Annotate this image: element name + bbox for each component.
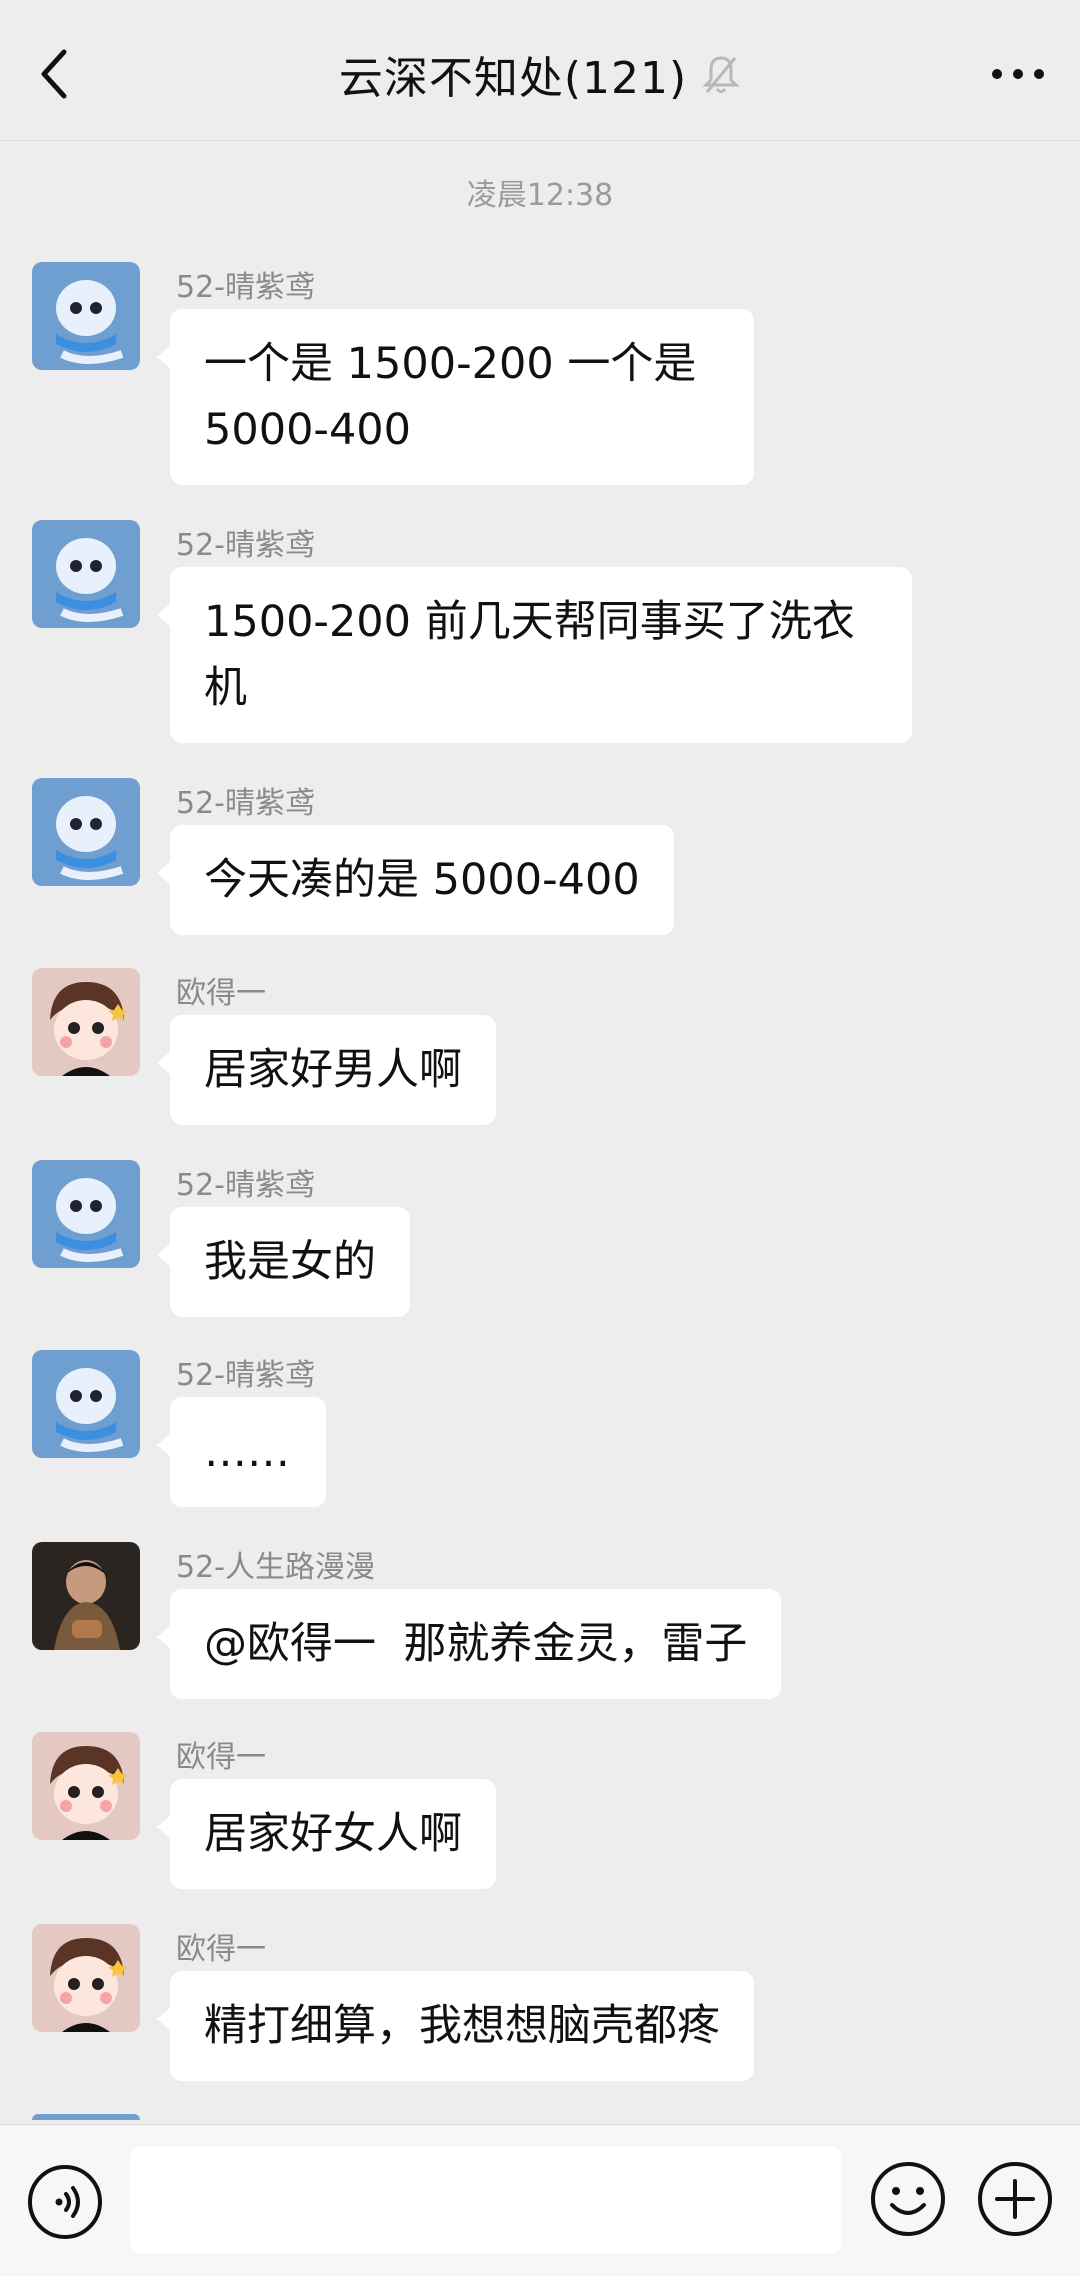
message-bubble[interactable]: 一个是 1500-200 一个是 5000-400	[157, 309, 754, 485]
message-bubble[interactable]: 居家好女人啊	[157, 1779, 496, 1889]
sender-name: 52-晴紫鸢	[176, 1168, 315, 1203]
chat-timestamp: 凌晨12:38	[466, 178, 614, 213]
page-title: 云深不知处(121)	[338, 53, 688, 104]
sender-name: 52-人生路漫漫	[176, 1550, 375, 1585]
more-dots-icon	[992, 69, 1044, 79]
avatar[interactable]	[32, 2114, 140, 2120]
avatar[interactable]	[32, 968, 140, 1076]
sender-name: 欧得一	[176, 1740, 266, 1775]
plus-button[interactable]	[975, 2159, 1055, 2239]
message-bubble[interactable]: ……	[157, 1397, 326, 1507]
sender-name: 52-晴紫鸢	[176, 786, 315, 821]
avatar[interactable]	[32, 1350, 140, 1458]
chat-header: 云深不知处(121)	[0, 0, 1080, 141]
message-bubble[interactable]: @欧得一 那就养金灵，雷子	[156, 1589, 782, 1699]
emoji-button[interactable]	[868, 2159, 948, 2239]
emoji-icon	[871, 2162, 945, 2236]
muted-bell-icon	[702, 56, 740, 93]
message-input[interactable]	[130, 2147, 842, 2253]
sender-name: 52-晴紫鸢	[176, 1358, 315, 1393]
avatar[interactable]	[32, 520, 140, 628]
voice-icon	[28, 2165, 102, 2239]
avatar[interactable]	[32, 1924, 140, 2032]
title-area: 云深不知处(121)	[0, 42, 1080, 106]
more-button[interactable]	[978, 38, 1058, 110]
avatar[interactable]	[32, 778, 140, 886]
message-bubble[interactable]: 1500-200 前几天帮同事买了洗衣机	[157, 567, 912, 743]
sender-name: 52-晴紫鸢	[176, 528, 315, 563]
avatar[interactable]	[32, 1160, 140, 1268]
message-bubble[interactable]: 居家好男人啊	[157, 1015, 496, 1125]
message-bubble[interactable]: 今天凑的是 5000-400	[157, 825, 674, 935]
avatar[interactable]	[32, 1542, 140, 1650]
input-bar	[0, 2124, 1080, 2276]
message-bubble[interactable]: 精打细算，我想想脑壳都疼	[157, 1971, 754, 2081]
sender-name: 52-晴紫鸢	[176, 270, 315, 305]
sender-name: 欧得一	[176, 976, 266, 1011]
message-bubble[interactable]: 我是女的	[157, 1207, 410, 1317]
sender-name: 欧得一	[176, 1932, 266, 1967]
voice-button[interactable]	[26, 2163, 104, 2241]
avatar[interactable]	[32, 1732, 140, 1840]
plus-icon	[978, 2162, 1052, 2236]
message-list[interactable]: 凌晨12:38 52-晴紫鸢 一个是 1500-200 一个是 5000-400	[0, 0, 1080, 2120]
avatar[interactable]	[32, 262, 140, 370]
